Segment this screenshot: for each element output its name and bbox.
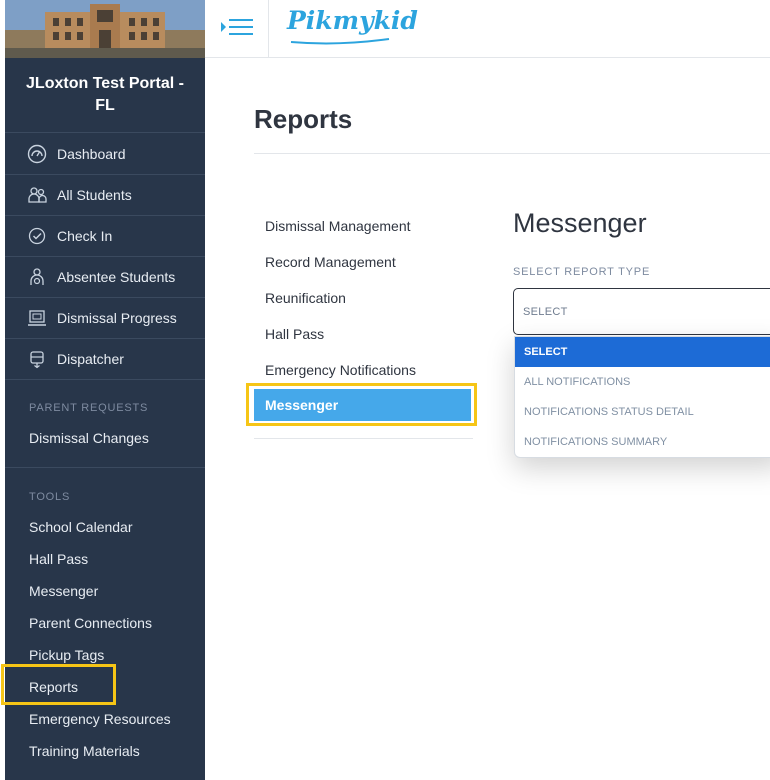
school-photo: [5, 0, 205, 58]
nav-label: Absentee Students: [57, 269, 176, 285]
option-notifications-summary[interactable]: NOTIFICATIONS SUMMARY: [515, 427, 770, 457]
logo-swoosh-icon: [290, 38, 390, 45]
top-bar: Pikmykid: [205, 0, 770, 58]
nav-check-in[interactable]: Check In: [5, 216, 205, 257]
nav-school-calendar[interactable]: School Calendar: [29, 519, 133, 535]
dispatcher-icon: [27, 349, 47, 369]
report-type-select[interactable]: SELECT: [513, 288, 770, 335]
nav-reports[interactable]: Reports: [29, 679, 78, 695]
category-hall-pass[interactable]: Hall Pass: [265, 326, 324, 342]
nav-messenger[interactable]: Messenger: [29, 583, 98, 599]
nav-hall-pass[interactable]: Hall Pass: [29, 551, 88, 567]
check-in-icon: [27, 226, 47, 246]
nav-dismissal-progress[interactable]: Dismissal Progress: [5, 298, 205, 339]
hamburger-icon: [220, 18, 254, 41]
panel-title: Messenger: [513, 208, 647, 238]
title-divider: [254, 153, 770, 154]
page-title: Reports: [254, 104, 353, 134]
sidebar: JLoxton Test Portal - FL Dashboard All S…: [5, 0, 205, 780]
parent-requests-heading: PARENT REQUESTS: [29, 402, 149, 414]
report-type-label: SELECT REPORT TYPE: [513, 266, 651, 278]
nav-parent-connections[interactable]: Parent Connections: [29, 615, 152, 631]
brand-logo[interactable]: Pikmykid: [287, 6, 418, 35]
nav-training-materials[interactable]: Training Materials: [29, 743, 140, 759]
dismissal-progress-icon: [27, 308, 47, 328]
nav-label: All Students: [57, 187, 132, 203]
nav-dismissal-changes[interactable]: Dismissal Changes: [29, 430, 149, 446]
category-reunification[interactable]: Reunification: [265, 290, 346, 306]
category-emergency-notifications[interactable]: Emergency Notifications: [265, 362, 416, 378]
nav-label: Dispatcher: [57, 351, 124, 367]
absentee-icon: [27, 267, 47, 287]
nav-absentee-students[interactable]: Absentee Students: [5, 257, 205, 298]
nav-emergency-resources[interactable]: Emergency Resources: [29, 711, 171, 727]
option-notifications-status-detail[interactable]: NOTIFICATIONS STATUS DETAIL: [515, 397, 770, 427]
report-type-dropdown: SELECT ALL NOTIFICATIONS NOTIFICATIONS S…: [514, 336, 770, 458]
option-all-notifications[interactable]: ALL NOTIFICATIONS: [515, 367, 770, 397]
nav-all-students[interactable]: All Students: [5, 175, 205, 216]
menu-toggle-button[interactable]: [205, 0, 269, 58]
nav-dashboard[interactable]: Dashboard: [5, 134, 205, 175]
nav-label: Dashboard: [57, 146, 126, 162]
nav-label: Check In: [57, 228, 113, 244]
category-messenger[interactable]: Messenger: [254, 389, 471, 421]
option-select[interactable]: SELECT: [515, 337, 770, 367]
category-divider: [254, 438, 473, 439]
category-record-management[interactable]: Record Management: [265, 254, 396, 270]
nav-label: Dismissal Progress: [57, 310, 177, 326]
tools-heading: TOOLS: [29, 491, 71, 503]
section-divider: [5, 467, 205, 468]
students-icon: [27, 185, 47, 205]
dashboard-icon: [27, 144, 47, 164]
nav-dispatcher[interactable]: Dispatcher: [5, 339, 205, 380]
school-name: JLoxton Test Portal - FL: [5, 58, 205, 133]
nav-pickup-tags[interactable]: Pickup Tags: [29, 647, 104, 663]
category-dismissal-management[interactable]: Dismissal Management: [265, 218, 411, 234]
